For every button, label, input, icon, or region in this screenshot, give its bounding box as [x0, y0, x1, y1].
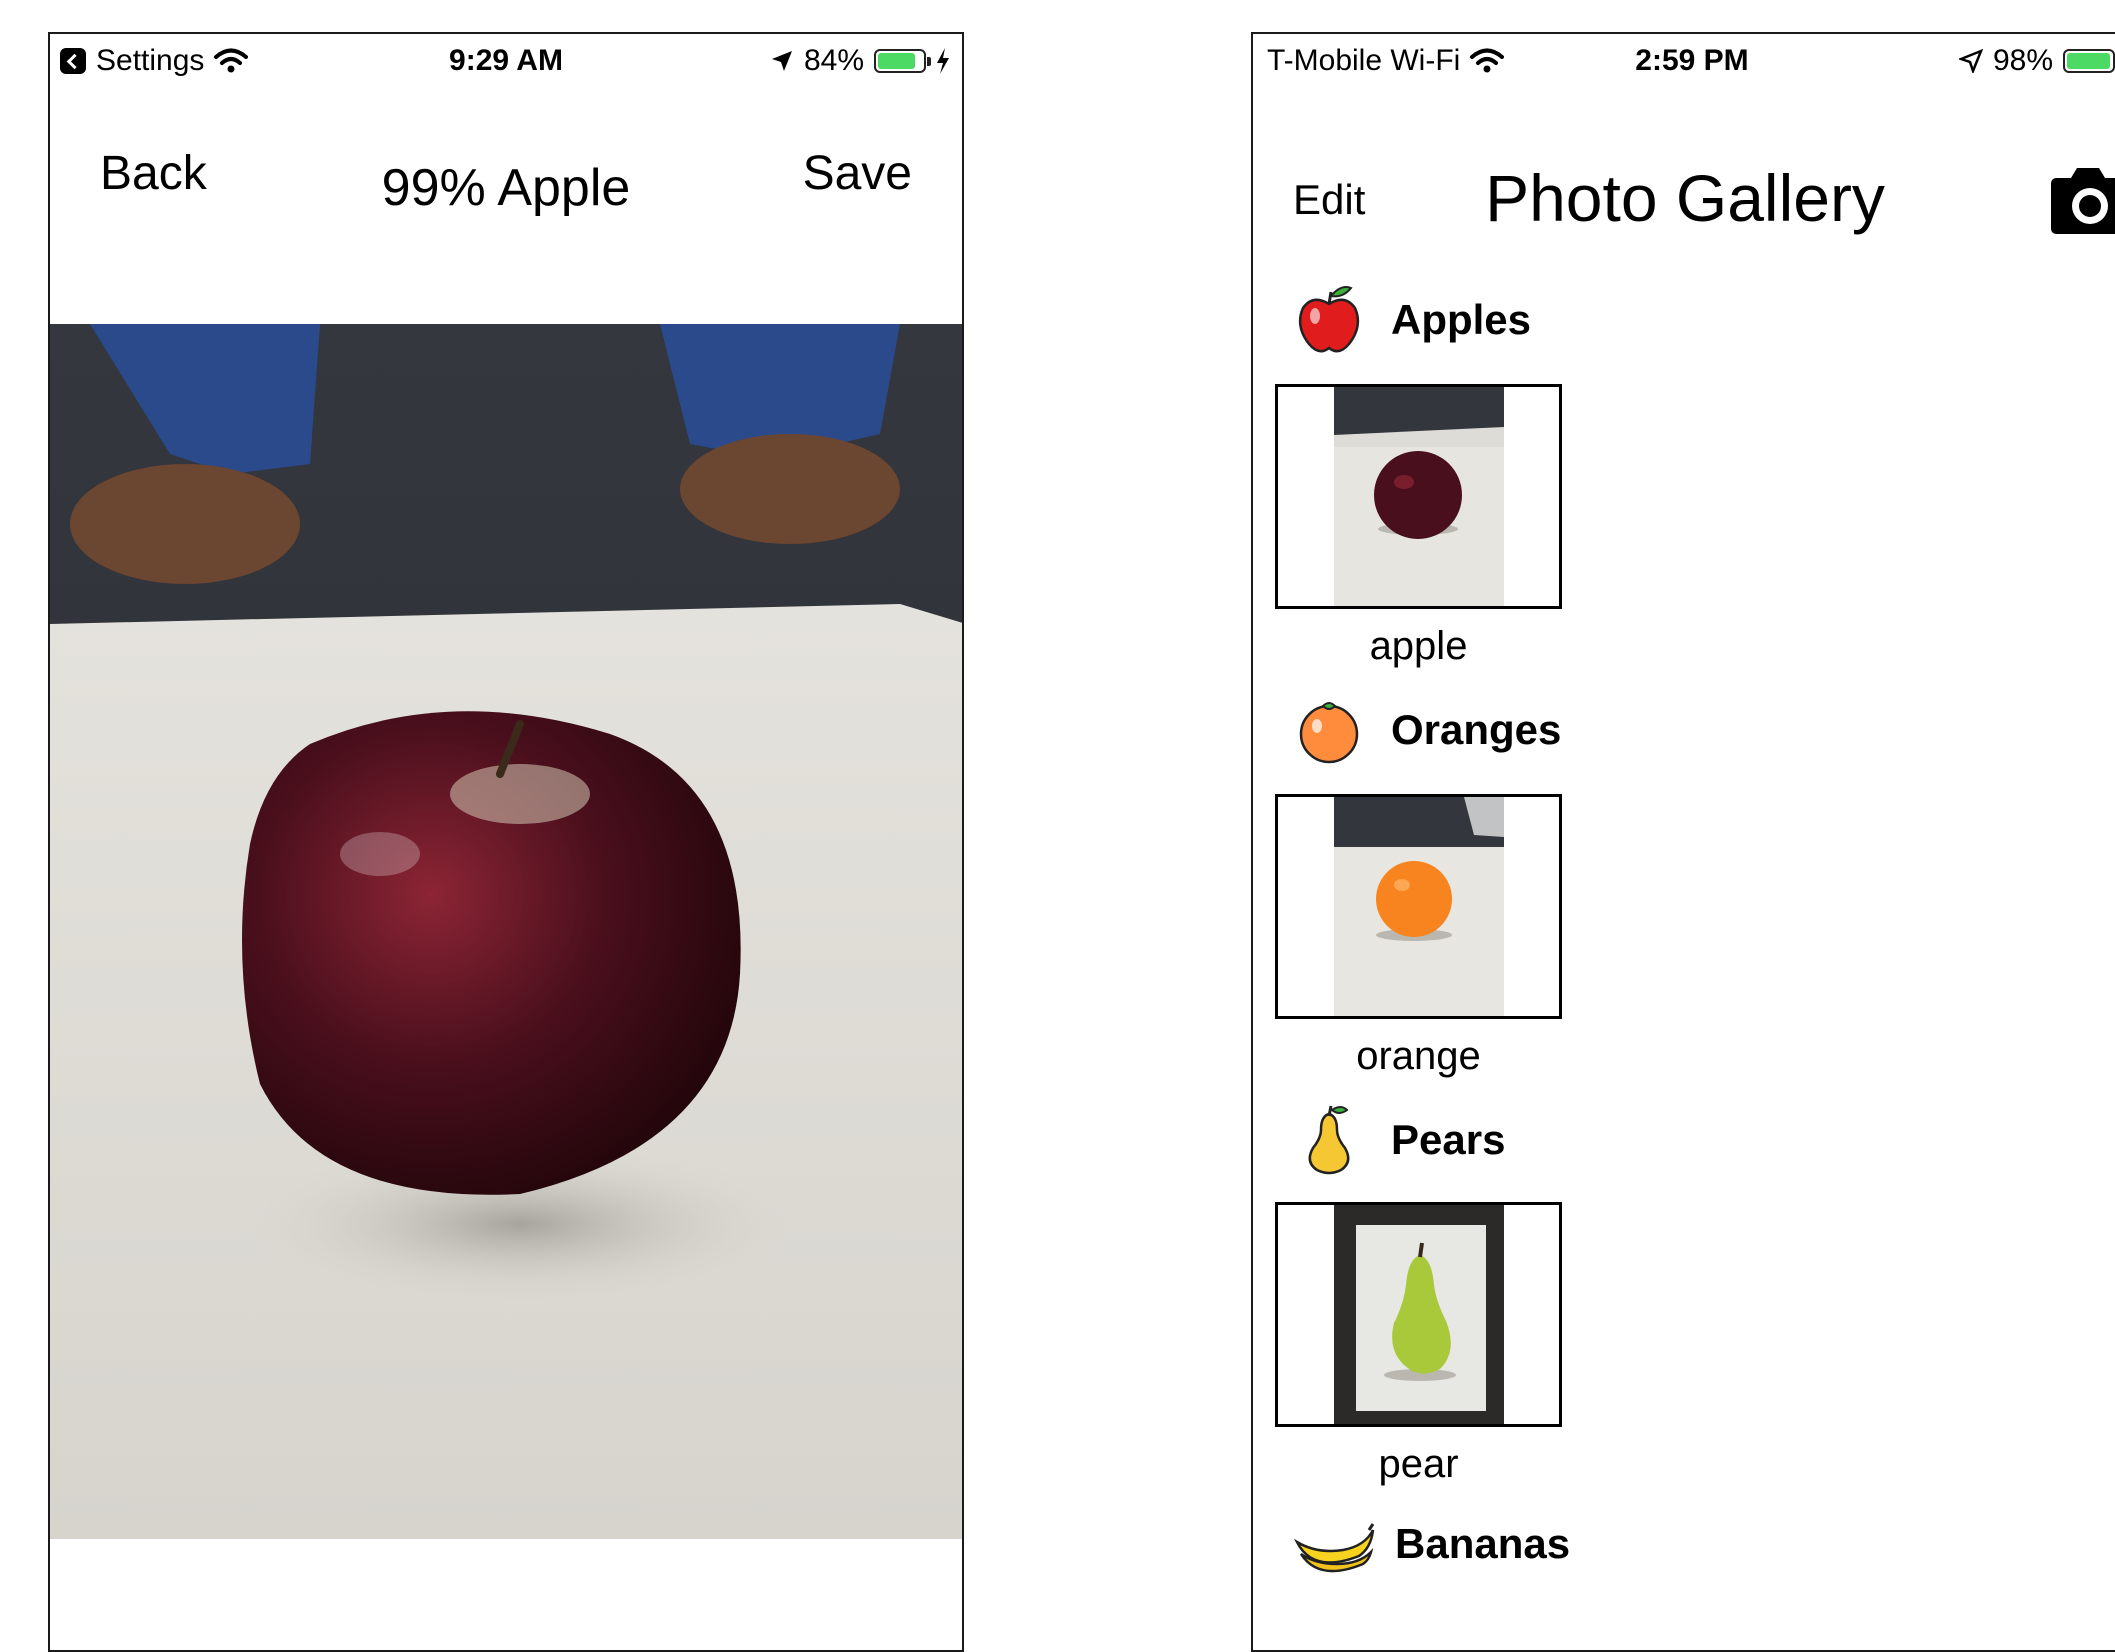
camera-icon[interactable]: [2043, 166, 2115, 236]
status-right: 84%: [770, 44, 950, 78]
location-arrow-icon: [1959, 49, 1983, 73]
apple-thumbnail-image: [1334, 387, 1504, 606]
banana-icon: [1293, 1523, 1375, 1573]
nav-bar: Edit Photo Gallery: [1253, 124, 2115, 244]
save-button[interactable]: Save: [803, 146, 912, 201]
orange-icon: [1299, 702, 1359, 764]
photo-caption: orange: [1356, 1034, 1481, 1078]
section-title: Oranges: [1391, 706, 1562, 753]
apple-photo: [50, 324, 962, 1539]
photo-thumbnail-pear[interactable]: [1275, 1202, 1562, 1427]
status-right: 98%: [1959, 44, 2115, 78]
photo-caption: pear: [1378, 1442, 1459, 1486]
section-title: Bananas: [1395, 1520, 1571, 1567]
orange-thumbnail-image: [1334, 797, 1504, 1016]
battery-icon: [2063, 49, 2115, 73]
status-bar: Settings 9:29 AM 84%: [50, 34, 962, 86]
pear-thumbnail-image: [1334, 1205, 1504, 1424]
nav-bar: Back 99% Apple Save: [50, 124, 962, 244]
section-header-bananas: Bananas: [1293, 1508, 1570, 1580]
location-arrow-icon: [771, 51, 792, 71]
photo-thumbnail-orange[interactable]: [1275, 794, 1562, 1019]
section-title: Apples: [1391, 296, 1532, 343]
section-header-apples: Apples: [1293, 284, 1531, 356]
detail-screen: Settings 9:29 AM 84% Back 99% Apple Save: [48, 32, 964, 1652]
apple-photo-image: [50, 324, 962, 1539]
page-title: Photo Gallery: [1485, 161, 1885, 235]
charging-bolt-icon: [937, 48, 949, 74]
photo-caption: apple: [1369, 624, 1468, 668]
photo-thumbnail-apple[interactable]: [1275, 384, 1562, 609]
apple-icon: [1298, 286, 1360, 353]
section-title: Pears: [1391, 1116, 1506, 1163]
gallery-screen: T-Mobile Wi-Fi 2:59 PM 98% Edit Photo Ga…: [1251, 32, 2115, 1652]
battery-percent: 84%: [803, 44, 864, 77]
status-bar: T-Mobile Wi-Fi 2:59 PM 98%: [1253, 34, 2115, 86]
pear-icon: [1308, 1105, 1350, 1175]
battery-percent: 98%: [1993, 44, 2054, 77]
section-header-pears: Pears: [1293, 1104, 1505, 1176]
section-header-oranges: Oranges: [1293, 694, 1561, 766]
battery-icon: [874, 49, 931, 73]
